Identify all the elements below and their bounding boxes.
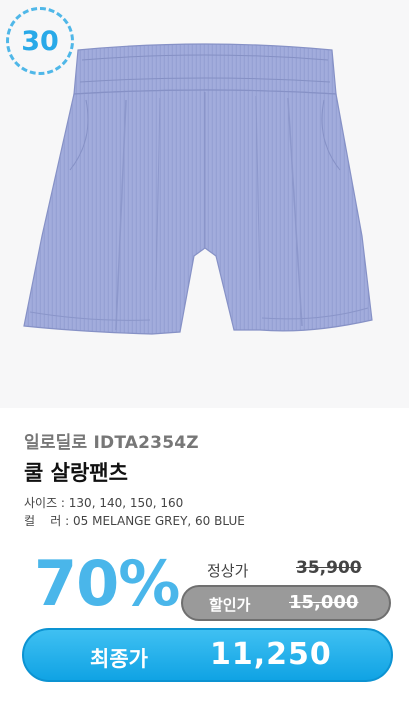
shorts-image-icon xyxy=(23,43,373,335)
sale-price: 15,000 xyxy=(289,592,359,613)
size-options: 사이즈 : 130, 140, 150, 160 xyxy=(24,496,184,510)
product-photo[interactable]: 30 xyxy=(0,0,409,408)
sale-price-pill: 할인가 15,000 xyxy=(181,585,391,621)
product-card[interactable]: 30 일로딜로 IDTA2354Z 쿨 살랑팬츠 사이즈: 130, 140,… xyxy=(0,0,409,714)
brand-code: 일로딜로 IDTA2354Z xyxy=(24,433,199,453)
final-price: 11,250 xyxy=(210,637,332,672)
color-options: 컬 러 : 05 MELANGE GREY, 60 BLUE xyxy=(24,514,245,528)
sale-price-label: 할인가 xyxy=(209,596,251,614)
rank-badge: 30 xyxy=(6,7,74,75)
final-price-button[interactable]: 최종가 11,250 xyxy=(22,628,393,682)
regular-price-label: 정상가 xyxy=(207,562,249,580)
discount-rate: 70% xyxy=(34,547,180,620)
regular-price: 35,900 xyxy=(296,558,362,578)
final-price-label: 최종가 xyxy=(90,647,148,671)
rank-number: 30 xyxy=(21,25,59,57)
product-name[interactable]: 쿨 살랑팬츠 xyxy=(24,457,128,487)
